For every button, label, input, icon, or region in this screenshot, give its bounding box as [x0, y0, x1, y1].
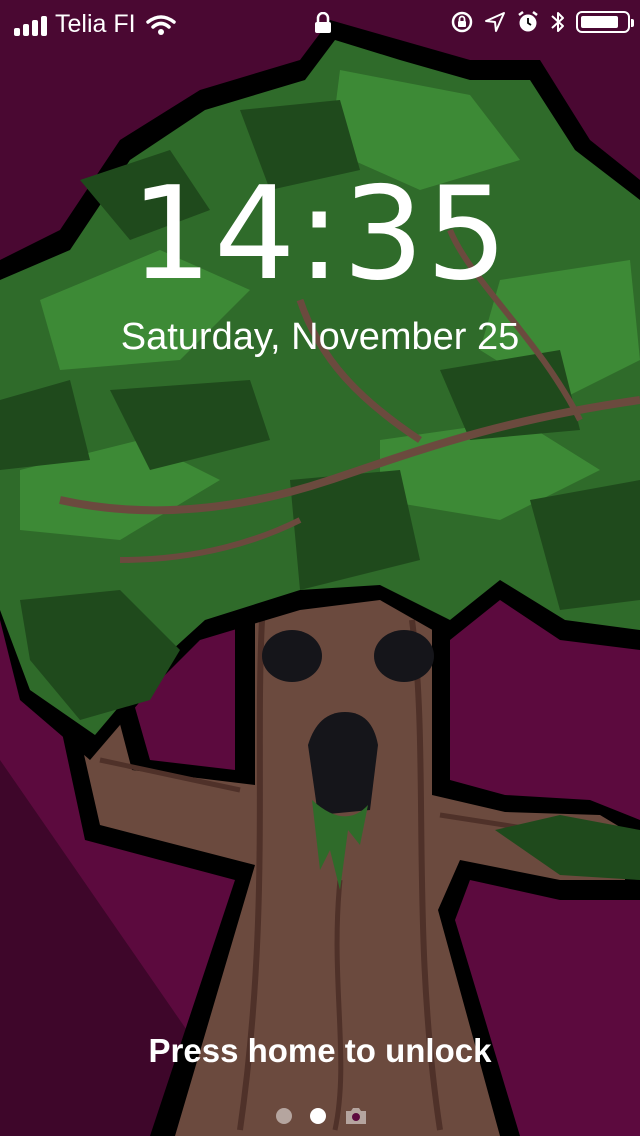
carrier-name: Telia FI [55, 10, 136, 38]
battery-icon [576, 11, 634, 33]
camera-icon[interactable] [344, 1106, 368, 1126]
rotation-lock-icon [451, 11, 473, 33]
page-dot[interactable] [276, 1108, 292, 1124]
lock-clock: 14:35 [130, 160, 510, 309]
location-icon [485, 12, 505, 32]
unlock-hint: Press home to unlock [148, 1032, 492, 1069]
page-dot-active[interactable] [310, 1108, 326, 1124]
status-right [450, 10, 634, 34]
lock-icon [314, 11, 332, 41]
status-left: Telia FI [14, 10, 176, 39]
lock-date: Saturday, November 25 [120, 316, 520, 358]
wifi-icon [145, 14, 176, 35]
battery-fill [581, 16, 619, 28]
alarm-icon [518, 11, 538, 32]
page-indicator[interactable] [276, 1106, 368, 1126]
status-bar: Telia FI [0, 0, 640, 48]
signal-icon [14, 14, 47, 36]
battery-tip [631, 19, 634, 27]
bluetooth-icon [551, 12, 564, 32]
